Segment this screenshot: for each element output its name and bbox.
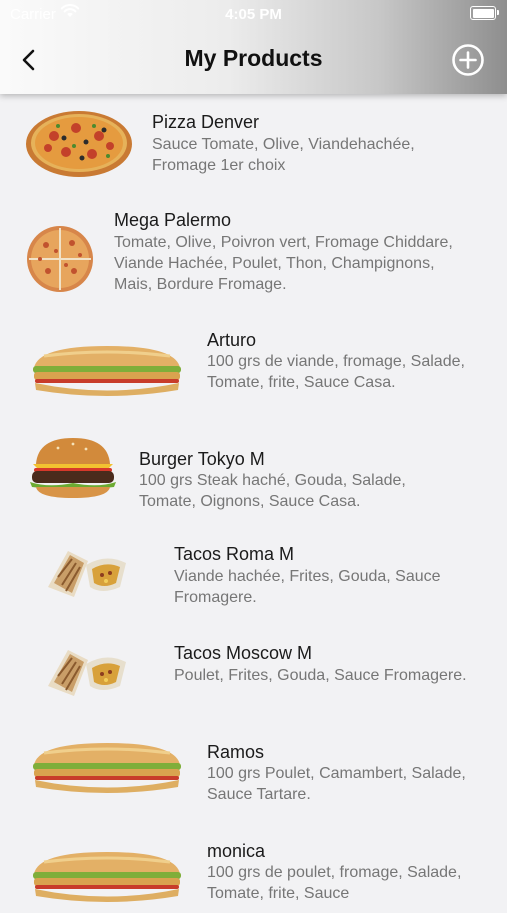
product-description: 100 grs de viande, fromage, Salade, Toma… [207, 353, 465, 391]
product-name: Arturo [207, 330, 257, 350]
status-time: 4:05 PM [225, 6, 282, 23]
product-row[interactable]: Tacos Roma M Viande hachée, Frites, Goud… [0, 490, 507, 606]
product-description: Poulet, Frites, Gouda, Sauce Fromagere. [174, 667, 467, 684]
pizza-image [24, 106, 134, 183]
product-name: Pizza Denver [152, 112, 260, 132]
product-description: Tomate, Olive, Poivron vert, Fromage Chi… [114, 234, 453, 293]
product-row[interactable]: Mega Palermo Tomate, Olive, Poivron vert… [0, 193, 507, 293]
pizza-slices-image [26, 225, 94, 298]
product-row[interactable]: Tacos Moscow M Poulet, Frites, Gouda, Sa… [0, 589, 507, 696]
page-title: My Products [184, 45, 323, 71]
navigation-header: Carrier 4:05 PM My Products [0, 0, 507, 94]
product-name: Mega Palermo [114, 210, 232, 230]
product-list: Pizza Denver Sauce Tomate, Olive, Viande… [0, 94, 507, 902]
add-product-button[interactable] [451, 43, 485, 77]
product-name: Ramos [207, 742, 265, 762]
product-name: Tacos Moscow M [174, 643, 313, 663]
sandwich-image [30, 848, 184, 913]
product-description: Sauce Tomate, Olive, Viandehachée, Froma… [152, 136, 415, 174]
product-name: Burger Tokyo M [139, 449, 265, 469]
plus-circle-icon [452, 44, 484, 76]
product-description: 100 grs de poulet, fromage, Salade, Toma… [207, 864, 462, 902]
product-row[interactable]: Arturo 100 grs de viande, fromage, Salad… [0, 292, 507, 396]
product-name: monica [207, 841, 266, 861]
product-row[interactable]: monica 100 grs de poulet, fromage, Salad… [0, 787, 507, 902]
product-row[interactable]: Pizza Denver Sauce Tomate, Olive, Viande… [0, 94, 507, 193]
battery-icon [470, 6, 499, 20]
status-bar: Carrier 4:05 PM [0, 0, 507, 30]
product-row[interactable]: Burger Tokyo M 100 grs Steak haché, Goud… [0, 391, 507, 510]
product-name: Tacos Roma M [174, 544, 295, 564]
product-row[interactable]: Ramos 100 grs Poulet, Camambert, Salade,… [0, 688, 507, 803]
